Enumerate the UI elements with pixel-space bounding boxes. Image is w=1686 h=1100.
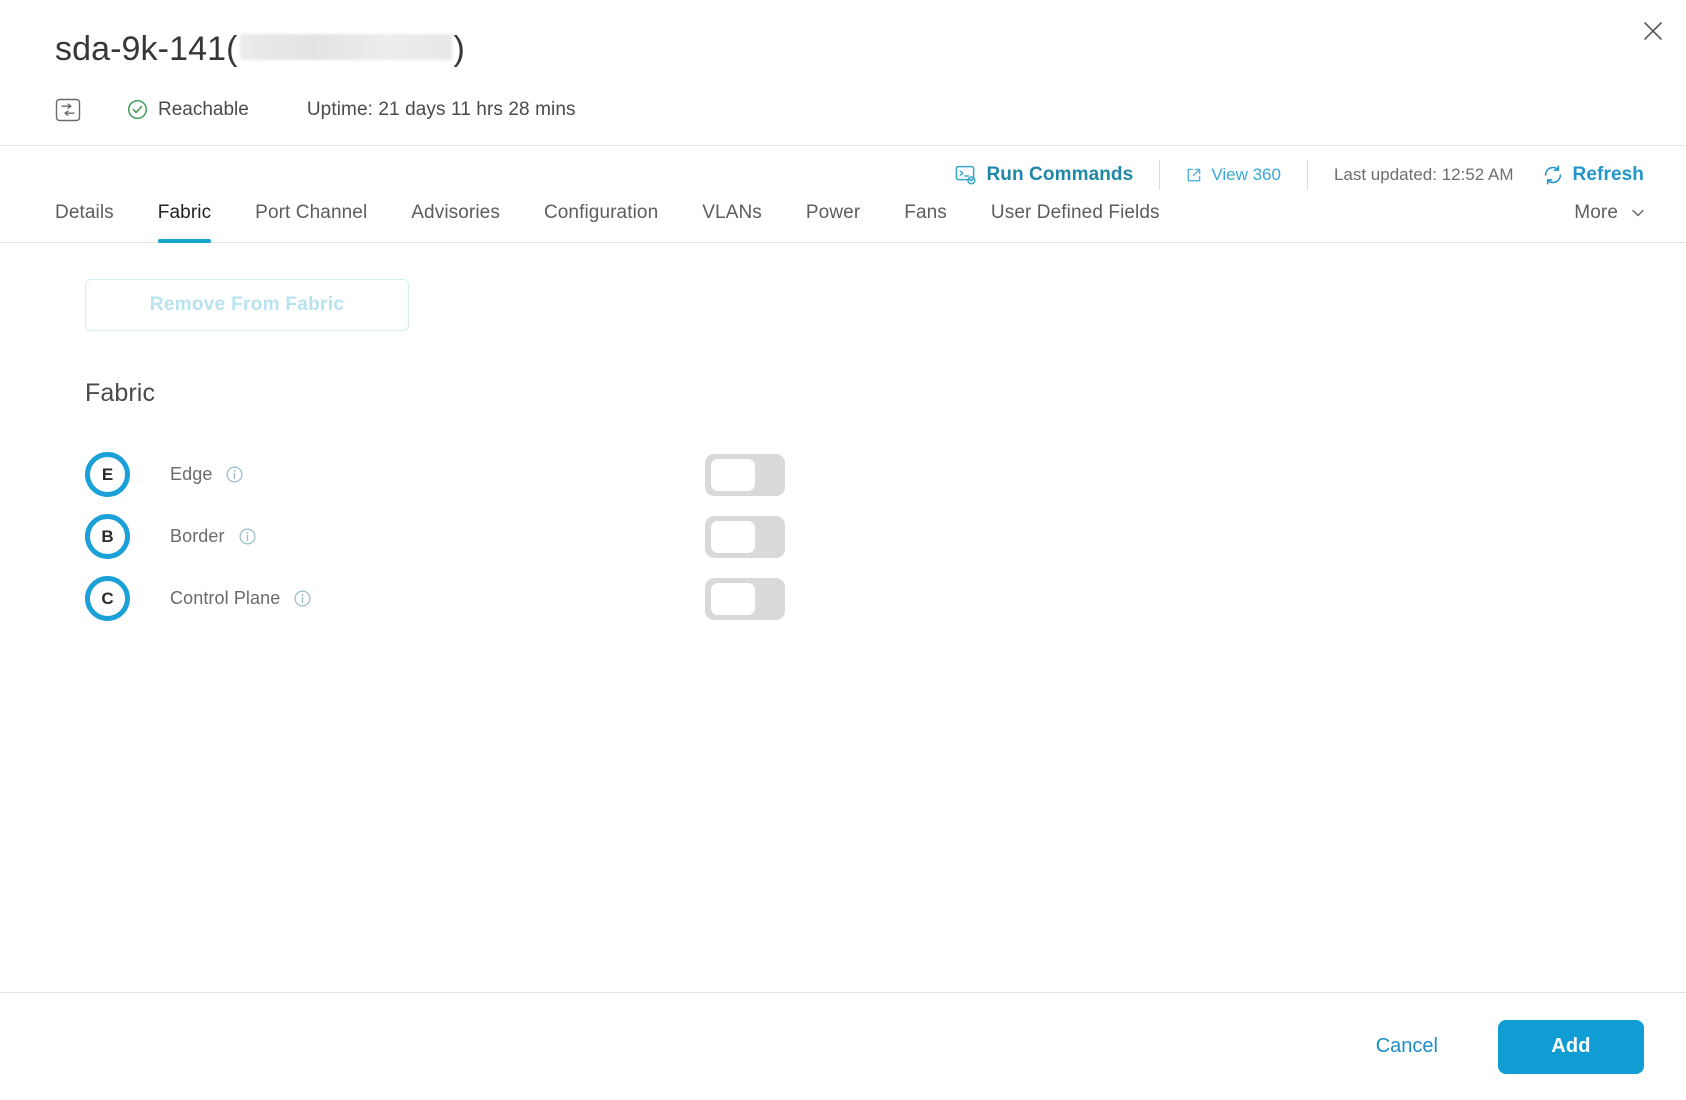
tab-power[interactable]: Power [806, 196, 860, 242]
toolbar-divider-1 [1159, 159, 1161, 190]
panel-header: sda-9k-141 ( ) Reachable Uptime: 21 days… [0, 0, 1686, 146]
device-meta-row: Reachable Uptime: 21 days 11 hrs 28 mins [55, 97, 1646, 123]
tab-configuration[interactable]: Configuration [544, 196, 658, 242]
fabric-section-title: Fabric [85, 378, 156, 407]
refresh-label: Refresh [1572, 163, 1644, 185]
role-badge-edge: E [85, 452, 130, 497]
role-label-edge: Edge [170, 464, 213, 484]
add-button[interactable]: Add [1498, 1019, 1644, 1074]
fabric-tab-content: Remove From Fabric Fabric E Edge B Borde… [0, 243, 1686, 993]
role-label-border: Border [170, 526, 225, 546]
toggle-knob [711, 520, 755, 553]
close-icon[interactable] [1636, 14, 1670, 48]
toggle-edge[interactable] [705, 453, 785, 496]
refresh-icon [1542, 164, 1564, 186]
role-info-control-plane: C Control Plane [85, 576, 705, 621]
fabric-role-border: B Border [85, 506, 1631, 568]
tab-details[interactable]: Details [55, 196, 114, 242]
check-circle-icon [127, 99, 148, 120]
last-updated-label: Last updated: 12:52 AM [1333, 164, 1514, 184]
chevron-down-icon [1630, 205, 1646, 221]
device-fabric-panel: sda-9k-141 ( ) Reachable Uptime: 21 days… [0, 0, 1686, 1100]
toolbar-divider-2 [1306, 159, 1308, 190]
tab-port-channel[interactable]: Port Channel [255, 196, 367, 242]
device-name: sda-9k-141 [55, 30, 227, 68]
paren-open: ( [226, 30, 238, 68]
toggle-border[interactable] [705, 515, 785, 558]
paren-close: ) [453, 30, 465, 68]
run-commands-label: Run Commands [986, 163, 1134, 185]
terminal-gear-icon [955, 164, 977, 186]
remove-from-fabric-button[interactable]: Remove From Fabric [85, 278, 409, 331]
tab-bar: Details Fabric Port Channel Advisories C… [0, 196, 1686, 243]
panel-toolbar: Run Commands View 360 Last updated: 12:5… [0, 146, 1686, 196]
tab-fabric[interactable]: Fabric [157, 196, 212, 243]
fabric-role-edge: E Edge [85, 444, 1631, 506]
info-icon[interactable] [294, 590, 311, 607]
tab-user-defined-fields[interactable]: User Defined Fields [991, 196, 1160, 242]
tab-more-label: More [1574, 201, 1618, 223]
info-icon[interactable] [239, 528, 256, 545]
view-360-button[interactable]: View 360 [1186, 165, 1281, 185]
toggle-knob [711, 458, 755, 491]
fabric-role-control-plane: C Control Plane [85, 568, 1631, 630]
redacted-ip-address [239, 34, 452, 60]
tab-vlans[interactable]: VLANs [702, 196, 762, 242]
panel-footer: Cancel Add [0, 992, 1686, 1100]
uptime-label: Uptime: 21 days 11 hrs 28 mins [306, 98, 576, 120]
cancel-button[interactable]: Cancel [1358, 1023, 1456, 1070]
fabric-roles-list: E Edge B Border C Control Plane [85, 444, 1631, 630]
toggle-knob [711, 582, 755, 615]
page-title: sda-9k-141 ( ) [55, 28, 1646, 71]
external-link-icon [1186, 167, 1202, 183]
reachability-label: Reachable [158, 98, 249, 120]
tab-advisories[interactable]: Advisories [411, 196, 500, 242]
toggle-control-plane[interactable] [705, 577, 785, 620]
role-badge-border: B [85, 514, 130, 559]
refresh-button[interactable]: Refresh [1542, 164, 1644, 186]
switch-icon [55, 97, 81, 123]
role-info-edge: E Edge [85, 452, 705, 497]
role-label-control-plane: Control Plane [170, 588, 281, 608]
tab-fans[interactable]: Fans [904, 196, 947, 242]
view-360-label: View 360 [1211, 164, 1281, 184]
run-commands-button[interactable]: Run Commands [955, 164, 1133, 186]
status-badge: Reachable [127, 99, 249, 121]
role-badge-control-plane: C [85, 576, 130, 621]
info-icon[interactable] [226, 466, 243, 483]
role-info-border: B Border [85, 514, 705, 559]
tab-more[interactable]: More [1574, 196, 1646, 242]
